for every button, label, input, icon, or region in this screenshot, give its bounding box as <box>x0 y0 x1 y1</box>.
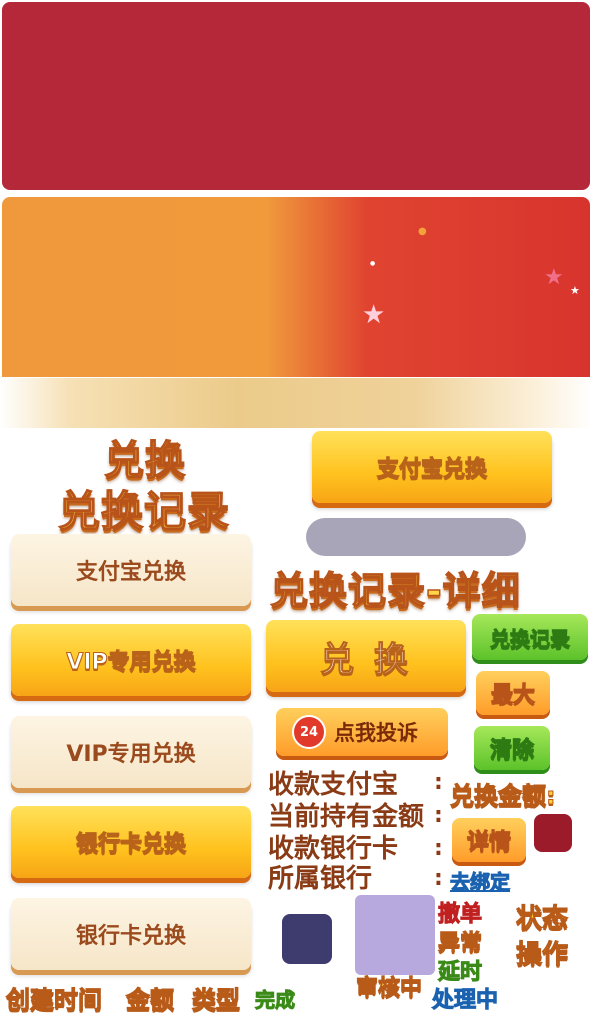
banner-panel: ★ ★ ★ ● ● <box>2 197 590 377</box>
status-done: 完成 <box>255 988 296 1012</box>
color-swatch-navy <box>282 914 332 964</box>
clear-button[interactable]: 清除 <box>474 726 550 770</box>
top-red-panel <box>2 2 590 190</box>
exchange-amount-label: 兑换金额: <box>450 782 557 810</box>
color-swatch-lavender <box>355 895 435 975</box>
exchange-records-title: 兑换记录 <box>57 486 231 537</box>
status-abnormal: 异常 <box>437 931 483 956</box>
header-amount: 金额 <box>126 986 175 1014</box>
alipay-account-label: 收款支付宝 <box>268 770 399 800</box>
alipay-exchange-button[interactable]: 支付宝兑换 <box>11 534 251 606</box>
bank-card-label: 收款银行卡 <box>268 834 399 864</box>
input-field[interactable] <box>306 518 526 556</box>
header-type: 类型 <box>192 986 241 1014</box>
status-reviewing: 审核中 <box>355 976 423 1001</box>
phone-24-icon: 24 <box>292 715 326 749</box>
colon: : <box>434 770 443 795</box>
exchange-big-button[interactable]: 兑 换 <box>266 620 466 692</box>
records-detail-title: 兑换记录-详细 <box>269 568 521 614</box>
star-icon: ● <box>370 260 376 267</box>
colon: : <box>434 803 443 828</box>
vip-exchange-button-active[interactable]: VIP专用兑换 <box>11 624 251 696</box>
alipay-exchange-button-active[interactable]: 支付宝兑换 <box>312 431 552 503</box>
bank-name-label: 所属银行 <box>268 864 373 894</box>
max-button[interactable]: 最大 <box>476 671 550 715</box>
star-icon: ★ <box>570 284 580 297</box>
header-action: 操作 <box>515 940 569 970</box>
vip-exchange-button[interactable]: VIP专用兑换 <box>11 716 251 788</box>
bank-exchange-button-active[interactable]: 银行卡兑换 <box>11 806 251 878</box>
complaint-button[interactable]: 24 点我投诉 <box>276 708 448 756</box>
details-button[interactable]: 详情 <box>452 818 526 862</box>
status-cancel: 撤单 <box>437 902 483 927</box>
bind-link[interactable]: 去绑定 <box>450 872 511 893</box>
star-icon: ★ <box>362 300 386 330</box>
header-status: 状态 <box>515 904 569 934</box>
status-processing: 处理中 <box>431 988 499 1013</box>
colon: : <box>434 836 443 861</box>
bank-exchange-button[interactable]: 银行卡兑换 <box>11 898 251 970</box>
color-swatch-dark-red <box>534 814 572 852</box>
current-balance-label: 当前持有金额 <box>268 802 425 832</box>
status-delayed: 延时 <box>437 960 483 985</box>
gold-strip <box>0 378 592 428</box>
complaint-label: 点我投诉 <box>334 721 418 745</box>
star-icon: ★ <box>544 265 564 290</box>
colon: : <box>434 866 443 891</box>
exchange-records-button[interactable]: 兑换记录 <box>472 614 588 660</box>
star-icon: ● <box>418 226 427 237</box>
header-created-time: 创建时间 <box>6 986 103 1014</box>
